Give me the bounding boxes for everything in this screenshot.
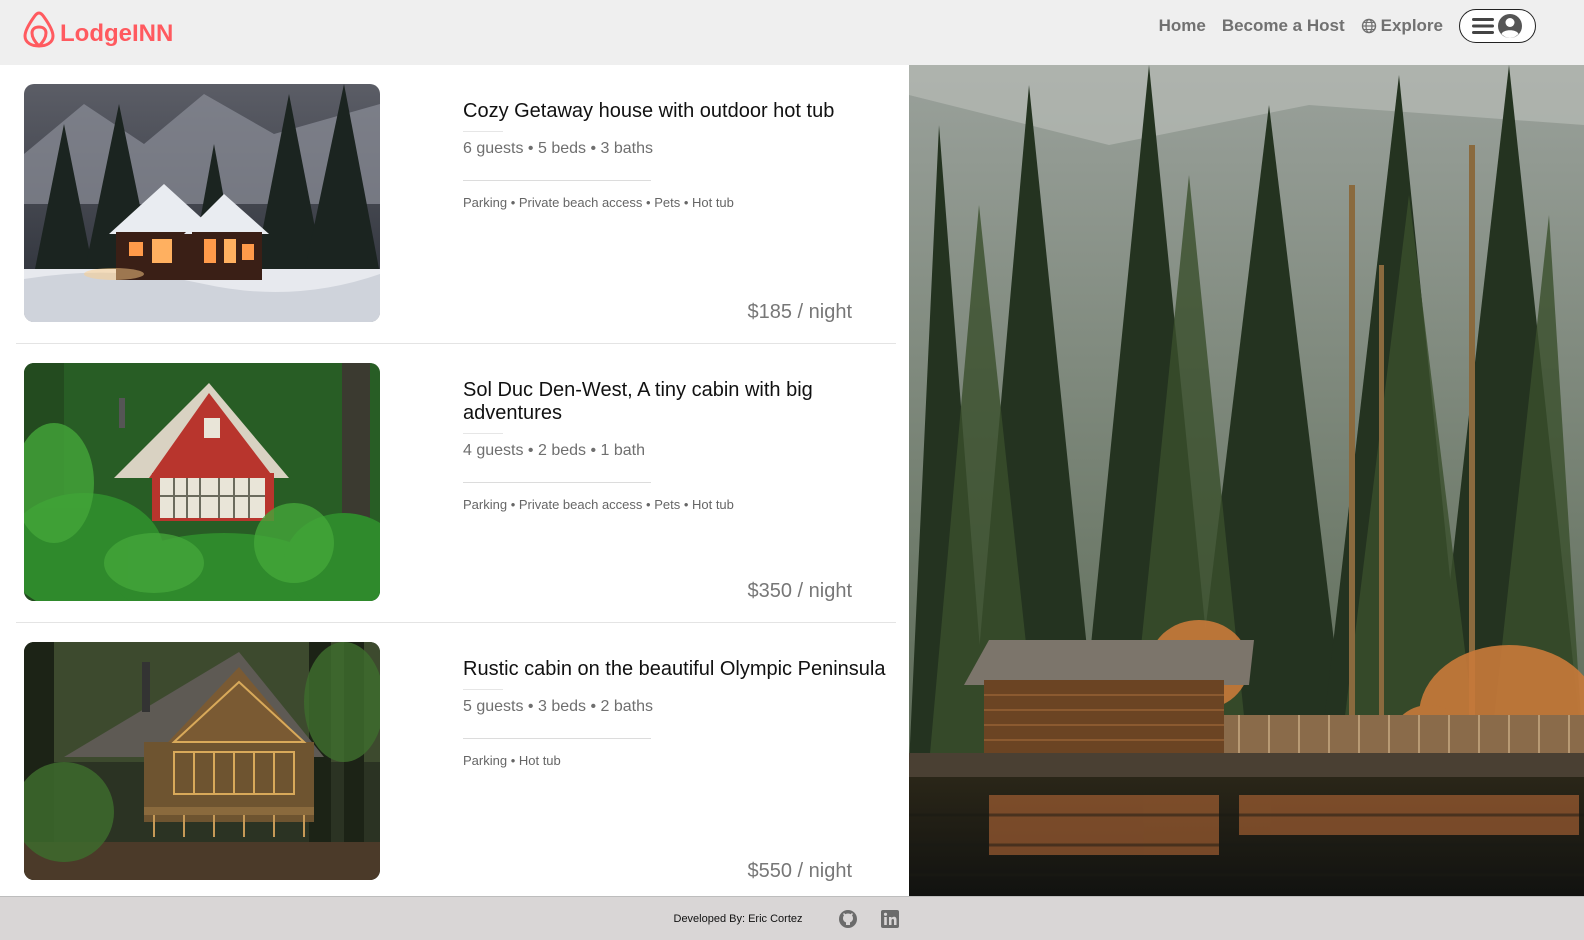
github-link[interactable] bbox=[827, 909, 869, 929]
listings-panel: Cozy Getaway house with outdoor hot tub … bbox=[16, 65, 896, 897]
github-icon bbox=[838, 909, 857, 928]
logo-icon bbox=[23, 11, 55, 48]
hero-image bbox=[909, 65, 1584, 897]
footer-credit: Developed By: Eric Cortez bbox=[673, 912, 803, 925]
navbar: LodgeINN Home Become a Host Explore bbox=[0, 0, 1584, 65]
listing-details: 5 guests • 3 beds • 2 baths bbox=[463, 698, 653, 715]
divider bbox=[463, 433, 503, 434]
listing-card[interactable]: Rustic cabin on the beautiful Olympic Pe… bbox=[16, 623, 896, 902]
brand-link[interactable]: LodgeINN bbox=[22, 11, 173, 49]
listing-title[interactable]: Cozy Getaway house with outdoor hot tub bbox=[463, 100, 893, 123]
listing-amenities: Parking • Private beach access • Pets • … bbox=[463, 195, 734, 210]
divider bbox=[463, 738, 651, 739]
listing-amenities: Parking • Private beach access • Pets • … bbox=[463, 497, 734, 512]
nav-links: Home Become a Host Explore bbox=[1159, 9, 1536, 43]
listing-info: Rustic cabin on the beautiful Olympic Pe… bbox=[463, 658, 893, 893]
listing-photo[interactable] bbox=[24, 84, 380, 322]
listing-price: $550 / night bbox=[747, 860, 852, 882]
nav-home[interactable]: Home bbox=[1159, 16, 1206, 36]
listing-card[interactable]: Sol Duc Den-West, A tiny cabin with big … bbox=[16, 344, 896, 623]
listing-price: $185 / night bbox=[747, 301, 852, 323]
divider bbox=[463, 180, 651, 181]
linkedin-icon bbox=[880, 909, 899, 928]
listing-title[interactable]: Sol Duc Den-West, A tiny cabin with big … bbox=[463, 379, 893, 425]
listing-info: Sol Duc Den-West, A tiny cabin with big … bbox=[463, 379, 893, 614]
listing-price: $350 / night bbox=[747, 580, 852, 602]
listing-details: 6 guests • 5 beds • 3 baths bbox=[463, 140, 653, 157]
listing-photo[interactable] bbox=[24, 642, 380, 880]
globe-icon bbox=[1361, 18, 1376, 34]
listing-details: 4 guests • 2 beds • 1 bath bbox=[463, 442, 645, 459]
divider bbox=[463, 482, 651, 483]
divider bbox=[463, 131, 503, 132]
brand-name: LodgeINN bbox=[60, 20, 174, 47]
listing-title[interactable]: Rustic cabin on the beautiful Olympic Pe… bbox=[463, 658, 893, 681]
listing-amenities: Parking • Hot tub bbox=[463, 753, 561, 768]
footer: Developed By: Eric Cortez bbox=[0, 896, 1584, 940]
hamburger-user-icon bbox=[1471, 14, 1522, 38]
listing-photo[interactable] bbox=[24, 363, 380, 601]
divider bbox=[463, 689, 503, 690]
nav-become-host[interactable]: Become a Host bbox=[1222, 16, 1345, 36]
nav-explore-label: Explore bbox=[1380, 16, 1443, 35]
linkedin-link[interactable] bbox=[869, 909, 911, 929]
nav-explore[interactable]: Explore bbox=[1361, 16, 1443, 36]
listing-card[interactable]: Cozy Getaway house with outdoor hot tub … bbox=[16, 65, 896, 344]
listing-info: Cozy Getaway house with outdoor hot tub … bbox=[463, 100, 893, 335]
user-menu-button[interactable] bbox=[1459, 9, 1536, 43]
